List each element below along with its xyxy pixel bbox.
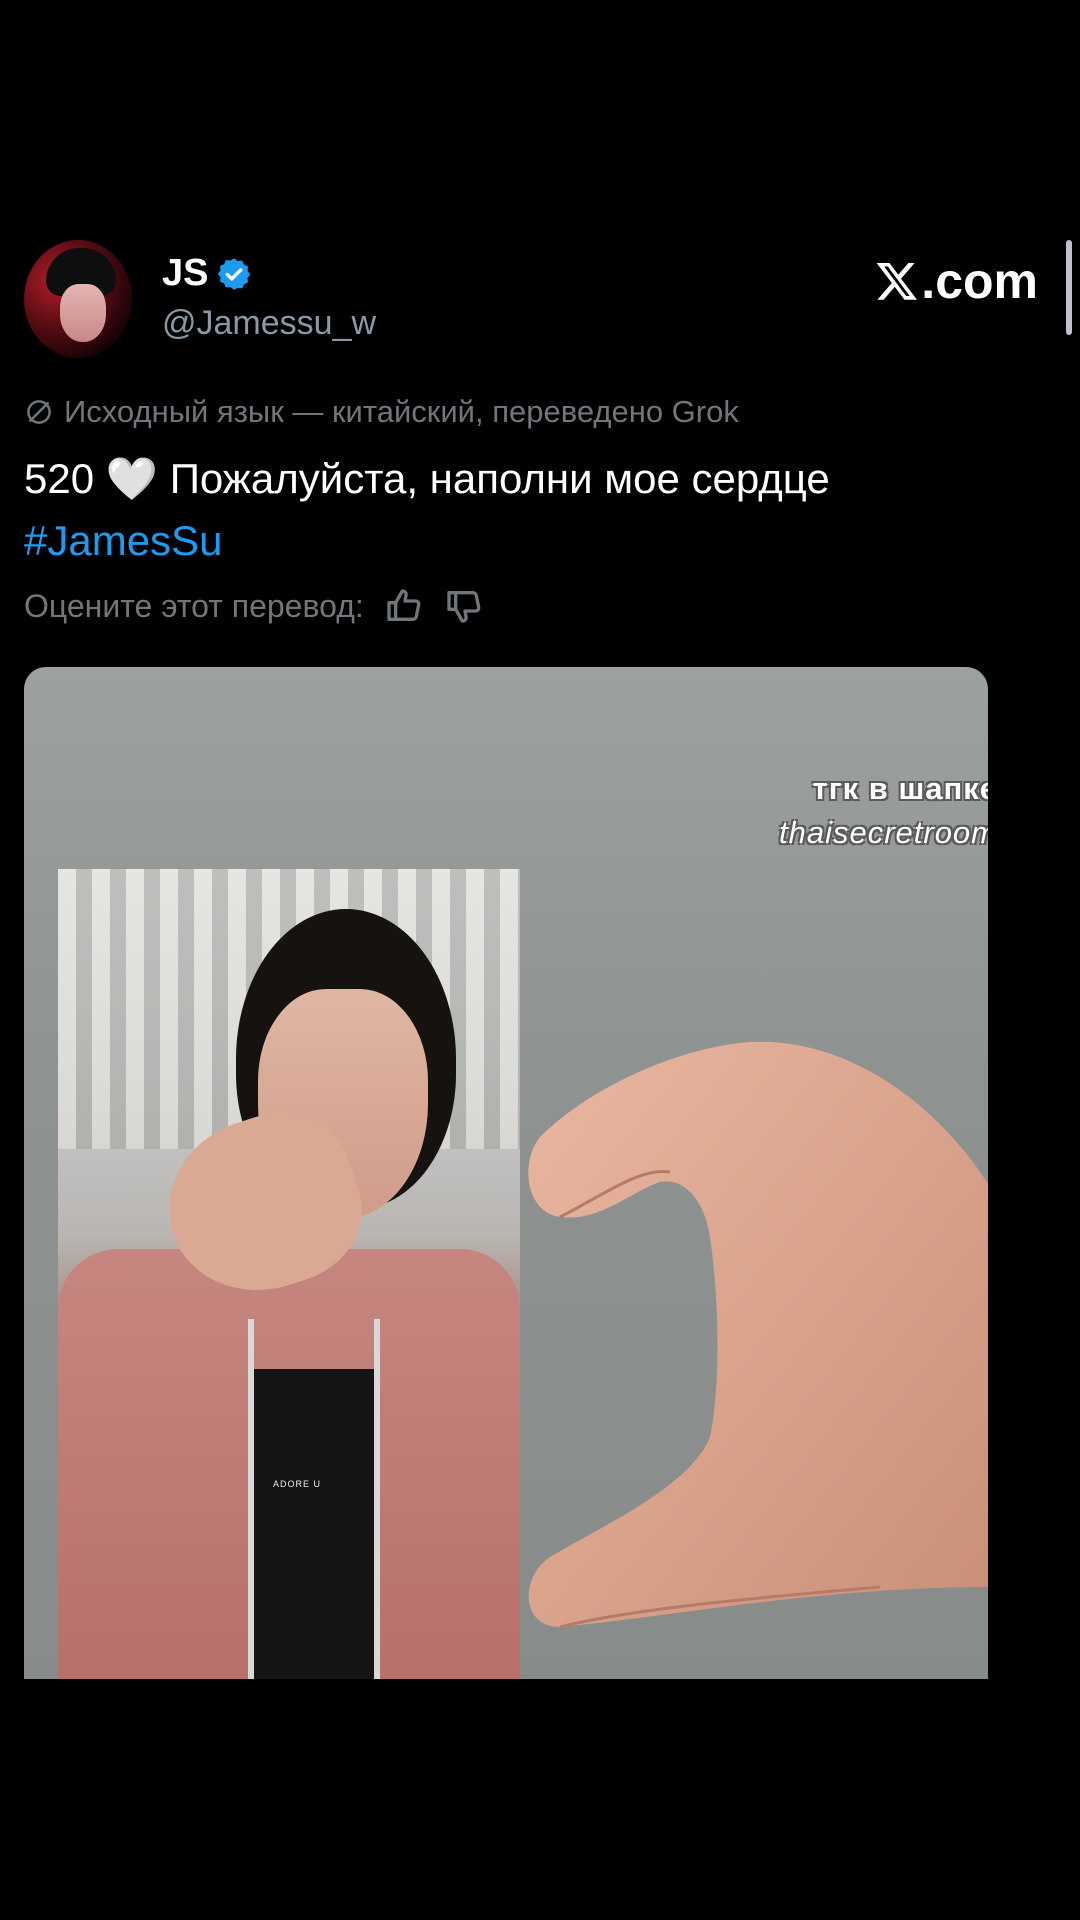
photo-label: ADORE U (273, 1479, 322, 1489)
photo-black-shirt (254, 1369, 374, 1679)
scrollbar-thumb[interactable] (1066, 240, 1072, 335)
author-name-row[interactable]: JS (162, 252, 252, 295)
author-handle[interactable]: @Jamessu_w (162, 304, 376, 343)
display-name[interactable]: JS (162, 252, 208, 295)
tweet-card: JS @Jamessu_w .com Исходный язык — китай… (0, 0, 1080, 1920)
brand-domain: .com (921, 253, 1038, 309)
watermark-line-2: thaisecretroom (778, 815, 988, 850)
translation-note-text: Исходный язык — китайский, переведено Gr… (64, 394, 739, 429)
translation-note[interactable]: Исходный язык — китайский, переведено Gr… (24, 394, 739, 430)
x-logo-icon (876, 263, 918, 300)
thumbs-down-icon[interactable] (444, 586, 484, 626)
rate-label: Оцените этот перевод: (24, 587, 364, 624)
tweet-text: 520 🤍 Пожалуйста, наполни мое сердце #Ja… (24, 448, 1024, 572)
tweet-media[interactable]: ADORE U тгк в шапке thaisecretroom (24, 667, 988, 1679)
tweet-body: 520 🤍 Пожалуйста, наполни мое сердце (24, 455, 830, 502)
brand-watermark: .com (875, 252, 1038, 310)
verified-badge-icon (218, 257, 251, 290)
hashtag-link[interactable]: #JamesSu (24, 510, 1024, 572)
avatar-face (60, 284, 106, 342)
heart-hand-gesture (528, 1041, 988, 1629)
avatar[interactable] (24, 240, 132, 358)
thumbs-up-icon[interactable] (384, 586, 424, 626)
video-watermark: тгк в шапке thaisecretroom (779, 767, 988, 855)
held-photo: ADORE U (58, 869, 520, 1679)
photo-zip-right (374, 1319, 380, 1679)
rate-translation-row: Оцените этот перевод: (24, 586, 484, 626)
photo-zip-left (248, 1319, 254, 1679)
watermark-line-1: тгк в шапке (812, 771, 988, 806)
globe-translate-icon (27, 400, 51, 424)
